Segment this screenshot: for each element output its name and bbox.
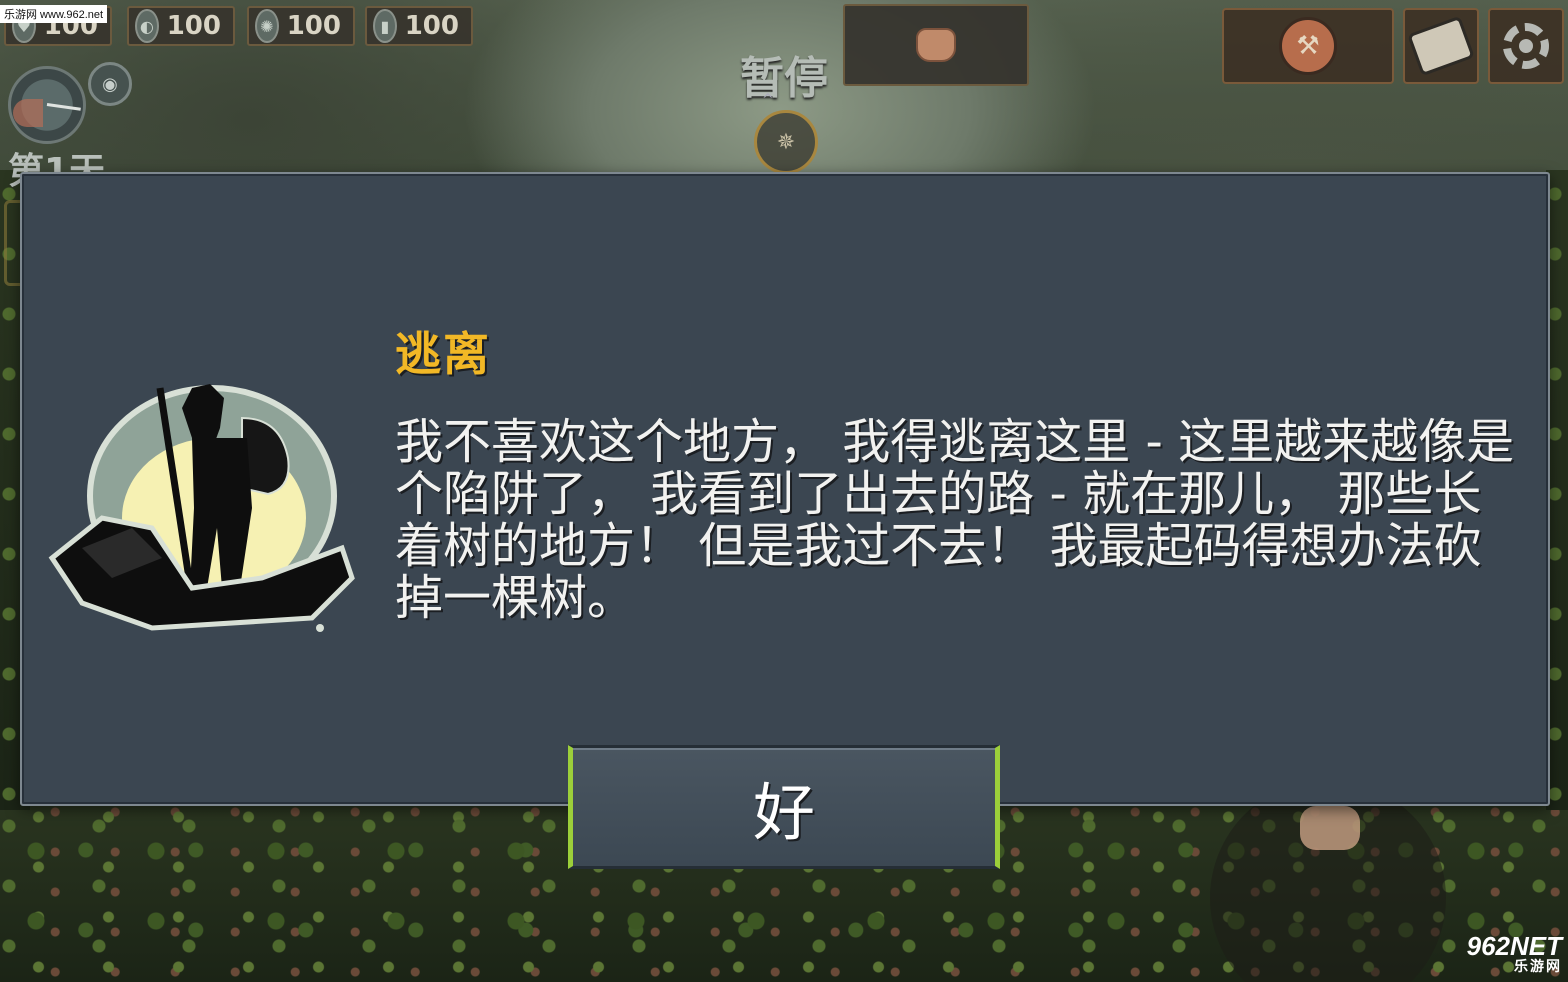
map-icon xyxy=(1407,15,1475,77)
crafting-icon: ⚒ xyxy=(1279,17,1337,75)
clock-hand xyxy=(46,103,81,111)
water-stat: ◐ 100 xyxy=(127,6,235,46)
site-logo: 962NET 乐游网 xyxy=(1430,932,1562,976)
dialog-title: 逃离 xyxy=(395,327,491,381)
equipped-slot[interactable] xyxy=(843,4,1029,86)
day-clock xyxy=(8,66,86,144)
watermark: 乐游网 www.962.net xyxy=(0,5,108,23)
insect-icon[interactable]: ✵ xyxy=(754,110,818,174)
energy-stat: ▮ 100 xyxy=(365,6,473,46)
crafting-button[interactable]: ⚒ xyxy=(1222,8,1394,84)
pause-button[interactable]: 暂停 xyxy=(740,42,828,106)
game-scene: ♥ 100 乐游网 www.962.net ◐ 100 ✺ 100 ▮ 100 … xyxy=(0,0,1568,982)
ok-button[interactable]: 好 xyxy=(568,745,1000,869)
food-value: 100 xyxy=(286,11,341,41)
traveler-illustration-icon xyxy=(48,384,355,632)
settings-button[interactable] xyxy=(1488,8,1564,84)
gear-icon xyxy=(1503,23,1549,69)
chevron-up-icon: ^ xyxy=(762,92,774,108)
fist-icon xyxy=(916,28,956,62)
brain-icon: ✺ xyxy=(255,9,279,43)
logo-line-2: 乐游网 xyxy=(1514,958,1562,974)
eye-icon[interactable]: ◉ xyxy=(88,62,132,106)
water-drop-icon: ◐ xyxy=(135,9,159,43)
dialog-message: 我不喜欢这个地方， 我得逃离这里 - 这里越来越像是个陷阱了， 我看到了出去的路… xyxy=(395,414,1515,626)
night-segment xyxy=(13,99,43,127)
story-dialog: 逃离 我不喜欢这个地方， 我得逃离这里 - 这里越来越像是个陷阱了， 我看到了出… xyxy=(20,172,1550,806)
attack-fist-icon xyxy=(1300,806,1360,850)
battery-icon: ▮ xyxy=(373,9,397,43)
water-value: 100 xyxy=(166,11,221,41)
logo-line-1: 962NET xyxy=(1466,931,1562,961)
energy-value: 100 xyxy=(404,11,459,41)
food-stat: ✺ 100 xyxy=(247,6,355,46)
map-button[interactable] xyxy=(1403,8,1479,84)
